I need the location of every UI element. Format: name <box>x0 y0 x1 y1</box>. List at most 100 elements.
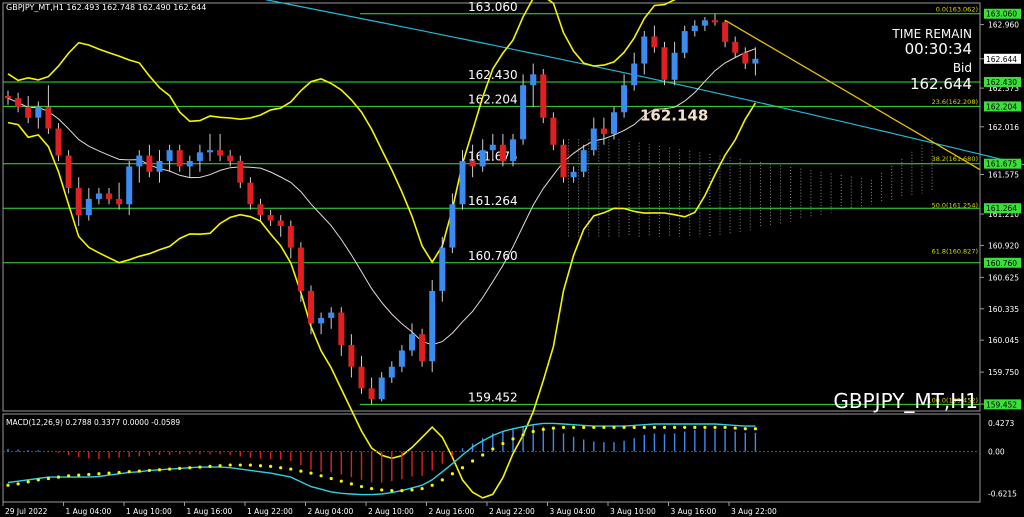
candle-body <box>368 388 375 400</box>
macd-signal-dot <box>218 464 222 468</box>
candle-body <box>55 128 62 156</box>
macd-signal-dot <box>36 478 40 482</box>
x-tick-label: 2 Aug 10:00 <box>368 507 414 516</box>
price-tag-label: 162.430 <box>986 78 1017 87</box>
candle-body <box>611 112 617 134</box>
x-tick-label: 3 Aug 10:00 <box>610 507 656 516</box>
macd-signal-dot <box>339 479 343 483</box>
candle-body <box>35 106 42 118</box>
candle-body <box>681 31 688 53</box>
y-tick-label: 159.750 <box>988 368 1019 377</box>
macd-signal-dot <box>460 466 465 470</box>
x-tick-label: 2 Aug 16:00 <box>429 507 475 516</box>
bid-label: Bid <box>953 61 972 75</box>
fib-label: 61.8(160.827) <box>932 248 978 256</box>
macd-signal-dot <box>612 425 616 430</box>
candle-body <box>580 150 587 172</box>
x-tick-label: 1 Aug 16:00 <box>187 507 233 516</box>
candle-body <box>106 193 112 199</box>
macd-signal-dot <box>77 473 81 477</box>
level-label: 162.204 <box>468 92 518 106</box>
macd-signal-dot <box>491 447 495 451</box>
candle-body <box>15 98 22 107</box>
time-remain-label: TIME REMAIN <box>891 27 972 41</box>
candle-body <box>701 20 708 26</box>
macd-signal-dot <box>309 471 313 475</box>
candle-body <box>419 334 426 362</box>
macd-signal-dot <box>299 469 303 473</box>
candle-body <box>257 204 264 216</box>
candle-body <box>136 155 143 167</box>
macd-signal-dot <box>622 425 626 430</box>
candle-body <box>45 106 52 129</box>
candle-body <box>540 74 547 118</box>
macd-signal-dot <box>531 429 535 434</box>
candle-body <box>469 160 476 167</box>
candle-body <box>388 366 395 378</box>
candle-body <box>651 36 658 48</box>
level-label: 163.060 <box>468 0 518 14</box>
candle-body <box>348 345 355 367</box>
macd-signal-dot <box>551 426 556 430</box>
candle-body <box>550 117 557 145</box>
y-tick-label: 160.625 <box>988 273 1019 282</box>
x-tick-label: 1 Aug 22:00 <box>247 507 293 516</box>
candle-body <box>752 58 759 64</box>
candle-body <box>217 150 224 156</box>
candle-body <box>237 160 244 183</box>
macd-signal-dot <box>592 425 596 430</box>
level-label: 160.760 <box>468 249 518 263</box>
macd-signal-dot <box>582 425 586 430</box>
candle-body <box>126 166 133 205</box>
trading-chart[interactable]: 163.060 162.430 162.204 161.675 161.264 160.7… <box>0 0 1024 517</box>
candle-body <box>499 144 506 161</box>
y-tick-label: 160.920 <box>988 241 1019 250</box>
macd-signal-dot <box>390 488 394 493</box>
candle-body <box>621 85 628 113</box>
candle-body <box>520 85 527 140</box>
macd-signal-dot <box>753 427 758 431</box>
price-tag-label: 161.264 <box>986 204 1017 213</box>
macd-tick-label: -0.6215 <box>988 489 1017 498</box>
y-tick-label: 160.335 <box>988 305 1019 314</box>
candle-body <box>398 350 405 367</box>
candle-body <box>176 150 183 167</box>
candle-body <box>75 188 82 216</box>
macd-signal-dot <box>471 459 475 463</box>
fib-label: 38.2(161.680) <box>932 155 978 163</box>
candle-body <box>277 220 284 226</box>
macd-signal-dot <box>541 427 545 432</box>
macd-signal-dot <box>370 486 374 491</box>
macd-signal-dot <box>157 468 162 472</box>
price-tag-label: 162.644 <box>986 55 1017 64</box>
price-tag-label: 159.452 <box>986 400 1017 409</box>
y-tick-label: 161.575 <box>988 171 1019 180</box>
candle-body <box>287 225 294 248</box>
price-tag-label: 160.760 <box>986 259 1017 268</box>
macd-signal-dot <box>733 426 737 430</box>
macd-signal-dot <box>6 483 10 487</box>
candle-body <box>479 150 486 167</box>
macd-signal-dot <box>703 425 707 430</box>
macd-signal-dot <box>693 425 697 430</box>
candle-body <box>671 52 678 80</box>
macd-signal-dot <box>572 425 576 430</box>
x-tick-label: 3 Aug 04:00 <box>550 507 596 516</box>
candle-body <box>510 139 516 161</box>
highlight-price: 162.148 <box>640 106 708 124</box>
macd-signal-dot <box>440 478 444 482</box>
macd-signal-dot <box>137 469 141 473</box>
candle-body <box>489 144 496 151</box>
macd-signal-dot <box>87 472 91 477</box>
price-tag-label: 162.204 <box>986 102 1017 111</box>
candle-body <box>25 106 32 118</box>
macd-signal-dot <box>319 474 323 478</box>
candle-body <box>459 160 466 205</box>
candle-body <box>227 155 234 161</box>
macd-signal-dot <box>673 425 677 430</box>
macd-signal-dot <box>26 480 30 484</box>
candle-body <box>338 312 345 346</box>
candle-body <box>661 47 668 80</box>
candle-body <box>691 25 698 32</box>
candle-body <box>5 96 11 99</box>
